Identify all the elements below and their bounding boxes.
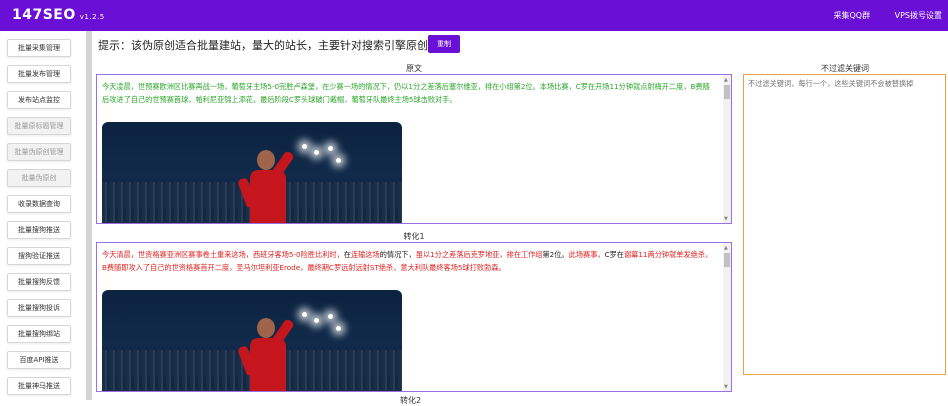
converted-segment: 工作组 xyxy=(520,250,543,259)
converted-segment: B费随即攻入了自己的世资格赛首开二度， xyxy=(102,263,237,272)
filter-keywords-input[interactable] xyxy=(748,79,943,369)
original-title: 原文 xyxy=(406,64,422,73)
top-nav: 采集QQ群 VPS拨号设置 xyxy=(811,10,942,21)
match-photo xyxy=(102,122,402,223)
sidebar-item-10[interactable]: 批量搜狗投诉 xyxy=(7,299,71,317)
original-scrollbar[interactable]: ▲ ▼ xyxy=(723,75,731,223)
match-photo-converted xyxy=(102,290,402,391)
original-paragraph-1: 今天凌晨，世预赛欧洲区比赛再战一场，葡萄牙主场5-0完胜卢森堡，在少赛一场的情况… xyxy=(102,82,540,91)
app-version: v1.2.5 xyxy=(79,13,105,21)
next-converted-title: 转化2 xyxy=(400,396,422,405)
app-name: 147SEO xyxy=(12,7,76,23)
converted-segment: 此场赛事， xyxy=(568,250,605,259)
vps-settings-link[interactable]: VPS拨号设置 xyxy=(895,11,942,20)
sidebar-item-3[interactable]: 批量原标题管理 xyxy=(7,117,71,135)
converted-segment: 的情况下， xyxy=(379,250,416,259)
converted-segment: C罗在 xyxy=(604,250,624,259)
converted-segment: 圣马尔坦利亚Erode， xyxy=(236,263,308,272)
converted-title: 转化1 xyxy=(403,232,425,241)
qq-group-link[interactable]: 采集QQ群 xyxy=(833,11,870,20)
sidebar-item-12[interactable]: 百度API推送 xyxy=(7,351,71,369)
sidebar-item-2[interactable]: 发布站点监控 xyxy=(7,91,71,109)
sidebar-item-9[interactable]: 批量搜狗反馈 xyxy=(7,273,71,291)
reset-button[interactable]: 重制 xyxy=(428,35,460,53)
converted-segment: 意大利队最终客场5球打败勃森。 xyxy=(400,263,506,272)
converted-text: 今天清晨，世资格赛亚洲区赛事卷土重来这场，西班牙客场5-0险胜比利时，在连输这场… xyxy=(102,248,714,274)
converted-scrollbar[interactable]: ▲ ▼ xyxy=(723,243,731,391)
filter-title: 不过滤关键词 xyxy=(821,64,869,73)
converted-segment: 西班牙客场5-0险胜比利时， xyxy=(252,250,344,259)
app-title: 147SEO v1.2.5 xyxy=(12,7,105,23)
sidebar-item-5[interactable]: 批量伪原创 xyxy=(7,169,71,187)
sidebar-scrollbar[interactable] xyxy=(86,31,92,400)
original-paragraph-2: 本场比赛，C罗在开场11分钟就点射 xyxy=(539,82,655,91)
sidebar-item-0[interactable]: 批量采集管理 xyxy=(7,39,71,57)
sidebar-item-8[interactable]: 搜狗验证推送 xyxy=(7,247,71,265)
converted-segment: 今天清晨，世资格赛亚洲区赛事卷土重来这场， xyxy=(102,250,253,259)
sidebar-scroll-thumb[interactable] xyxy=(86,31,92,400)
converted-segment: 虽以1分之差 xyxy=(415,250,457,259)
sidebar-item-4[interactable]: 批量伪原创管理 xyxy=(7,143,71,161)
converted-segment: 落后克罗地亚，排在 xyxy=(456,250,521,259)
converted-segment: 谢幕11两分钟就单发绝杀， xyxy=(623,250,713,259)
converted-segment: 在 xyxy=(343,250,351,259)
sidebar-item-6[interactable]: 收录数据查询 xyxy=(7,195,71,213)
top-bar: 147SEO v1.2.5 采集QQ群 VPS拨号设置 xyxy=(0,0,948,31)
original-text: 今天凌晨，世预赛欧洲区比赛再战一场，葡萄牙主场5-0完胜卢森堡，在少赛一场的情况… xyxy=(102,80,714,106)
sidebar-item-1[interactable]: 批量发布管理 xyxy=(7,65,71,83)
sidebar: 批量采集管理 批量发布管理 发布站点监控 批量原标题管理 批量伪原创管理 批量伪原创收录数… xyxy=(0,31,86,400)
sidebar-item-11[interactable]: 批量搜狗绑站 xyxy=(7,325,71,343)
converted-segment: 连输这场 xyxy=(350,250,380,259)
converted-segment: 最终期C罗远射远射ST绝杀， xyxy=(307,263,401,272)
sidebar-item-13[interactable]: 批量神马推送 xyxy=(7,377,71,395)
filter-keywords-box[interactable] xyxy=(743,74,946,375)
original-textbox[interactable]: 今天凌晨，世预赛欧洲区比赛再战一场，葡萄牙主场5-0完胜卢森堡，在少赛一场的情况… xyxy=(96,74,732,224)
converted-textbox[interactable]: 今天清晨，世资格赛亚洲区赛事卷土重来这场，西班牙客场5-0险胜比利时，在连输这场… xyxy=(96,242,732,392)
converted-segment: 第2位。 xyxy=(542,250,569,259)
sidebar-item-7[interactable]: 批量搜狗推送 xyxy=(7,221,71,239)
hint-text: 提示：该伪原创适合批量建站，量大的站长，主要针对搜索引擎原创识别 xyxy=(98,39,450,52)
